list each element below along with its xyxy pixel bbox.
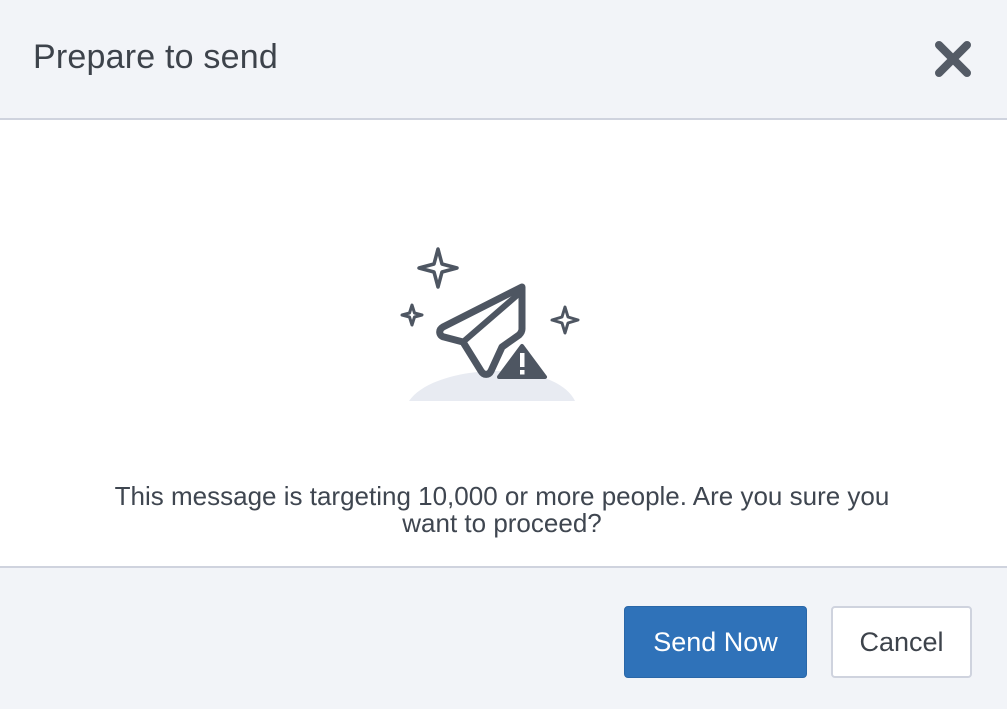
send-now-button[interactable]: Send Now [624,606,807,678]
dialog-footer: Send Now Cancel [0,566,1007,709]
dialog-header: Prepare to send [0,0,1007,120]
paper-plane-warning-icon [400,247,580,401]
close-icon [935,41,971,77]
close-button[interactable] [930,36,976,82]
send-confirmation-dialog: Prepare to send This message is targetin… [0,0,1007,709]
confirmation-message: This message is targeting 10,000 or more… [114,481,890,538]
dialog-body: This message is targeting 10,000 or more… [0,120,1007,566]
paper-plane-warning-illustration [395,245,595,410]
cancel-button[interactable]: Cancel [831,606,972,678]
dialog-title: Prepare to send [33,38,278,76]
